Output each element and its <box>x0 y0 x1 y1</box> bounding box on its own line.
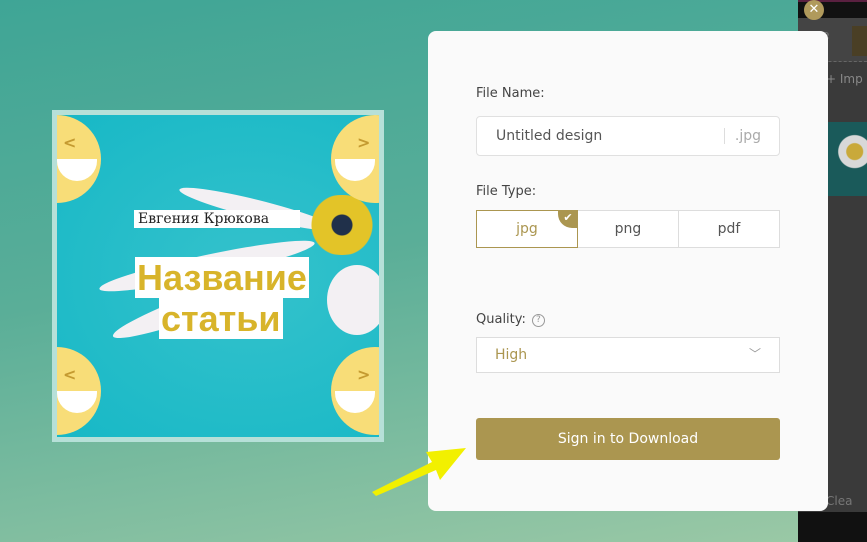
smiley-icon: < <box>57 347 101 435</box>
smiley-icon: > <box>331 115 379 203</box>
close-icon[interactable]: ✕ <box>804 0 824 20</box>
smiley-icon: < <box>57 115 101 203</box>
file-type-jpg[interactable]: jpg ✔ <box>476 210 578 248</box>
arrow-shape <box>372 448 466 496</box>
file-type-selector: jpg ✔ png pdf <box>476 210 780 248</box>
help-icon[interactable]: ? <box>531 314 545 327</box>
flower-image <box>297 195 379 255</box>
file-name-input[interactable]: Untitled design .jpg <box>476 116 780 156</box>
smiley-icon: > <box>331 347 379 435</box>
quality-select[interactable]: High ﹀ <box>476 337 780 373</box>
quality-label: Quality:? <box>476 312 545 327</box>
import-button: + Imp <box>826 72 863 86</box>
download-dialog: File Name: Untitled design .jpg File Typ… <box>428 31 828 511</box>
chevron-down-icon: ﹀ <box>748 347 761 361</box>
file-type-pdf[interactable]: pdf <box>678 210 780 248</box>
check-icon: ✔ <box>558 210 578 228</box>
file-extension: .jpg <box>723 128 761 144</box>
clear-button: Clea <box>826 494 853 508</box>
arrow-pointer-icon <box>372 448 466 496</box>
design-preview: < > < > Евгения Крюкова Название статьи <box>52 110 384 442</box>
design-title: Название статьи <box>135 257 309 339</box>
file-type-png[interactable]: png <box>577 210 679 248</box>
sign-in-to-download-button[interactable]: Sign in to Download <box>476 418 780 460</box>
file-type-label: File Type: <box>476 184 537 199</box>
file-name-label: File Name: <box>476 86 545 101</box>
author-text: Евгения Крюкова <box>134 210 300 228</box>
panel-thumbnail <box>826 122 867 196</box>
